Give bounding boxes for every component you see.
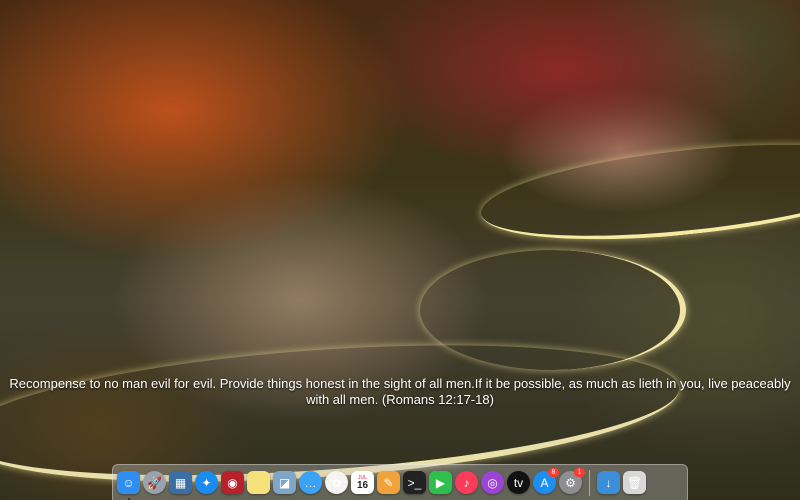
notes-icon[interactable] <box>247 471 270 494</box>
apple-tv-icon[interactable]: tv <box>507 471 530 494</box>
music-icon[interactable]: ♪ <box>455 471 478 494</box>
desktop-wallpaper <box>0 0 800 500</box>
app-store-icon[interactable]: A8 <box>533 468 559 494</box>
notification-badge: 1 <box>574 468 585 477</box>
facetime-icon[interactable]: ▶ <box>429 471 452 494</box>
system-preferences-icon[interactable]: ⚙ 1 <box>559 468 585 494</box>
messages-icon[interactable]: … <box>299 471 322 494</box>
trash-icon[interactable]: 🗑 <box>623 471 646 494</box>
calendar-day: 16 <box>356 479 369 491</box>
road-light-trail <box>476 128 800 256</box>
dock-separator <box>589 469 590 496</box>
mission-control-icon[interactable]: ▦ <box>169 471 192 494</box>
safari-icon[interactable]: ✦ <box>195 471 218 494</box>
photos-icon[interactable]: ✿ <box>325 471 348 494</box>
finder-icon[interactable]: ☺ <box>117 471 140 500</box>
launchpad-icon[interactable]: 🚀 <box>143 471 166 494</box>
downloads-folder-icon[interactable]: ↓ <box>597 471 620 494</box>
preview-icon[interactable]: ◪ <box>273 471 296 494</box>
wallpaper-quote: Recompense to no man evil for evil. Prov… <box>9 376 791 407</box>
podcasts-icon[interactable]: ◎ <box>481 471 504 494</box>
terminal-icon[interactable]: >_ <box>403 471 426 494</box>
notification-badge: 8 <box>548 468 559 477</box>
dock: ☺ 🚀 ▦ ✦ ◉ ◪… ✿ JUL 16 ✎ >_ ▶ ♪ ◎ tv A 8 ⚙ 1 ↓ 🗑 <box>112 464 688 500</box>
photo-booth-icon[interactable]: ◉ <box>221 471 244 494</box>
calendar-icon[interactable]: JUL 16 <box>351 471 374 494</box>
pages-icon[interactable]: ✎ <box>377 471 400 494</box>
